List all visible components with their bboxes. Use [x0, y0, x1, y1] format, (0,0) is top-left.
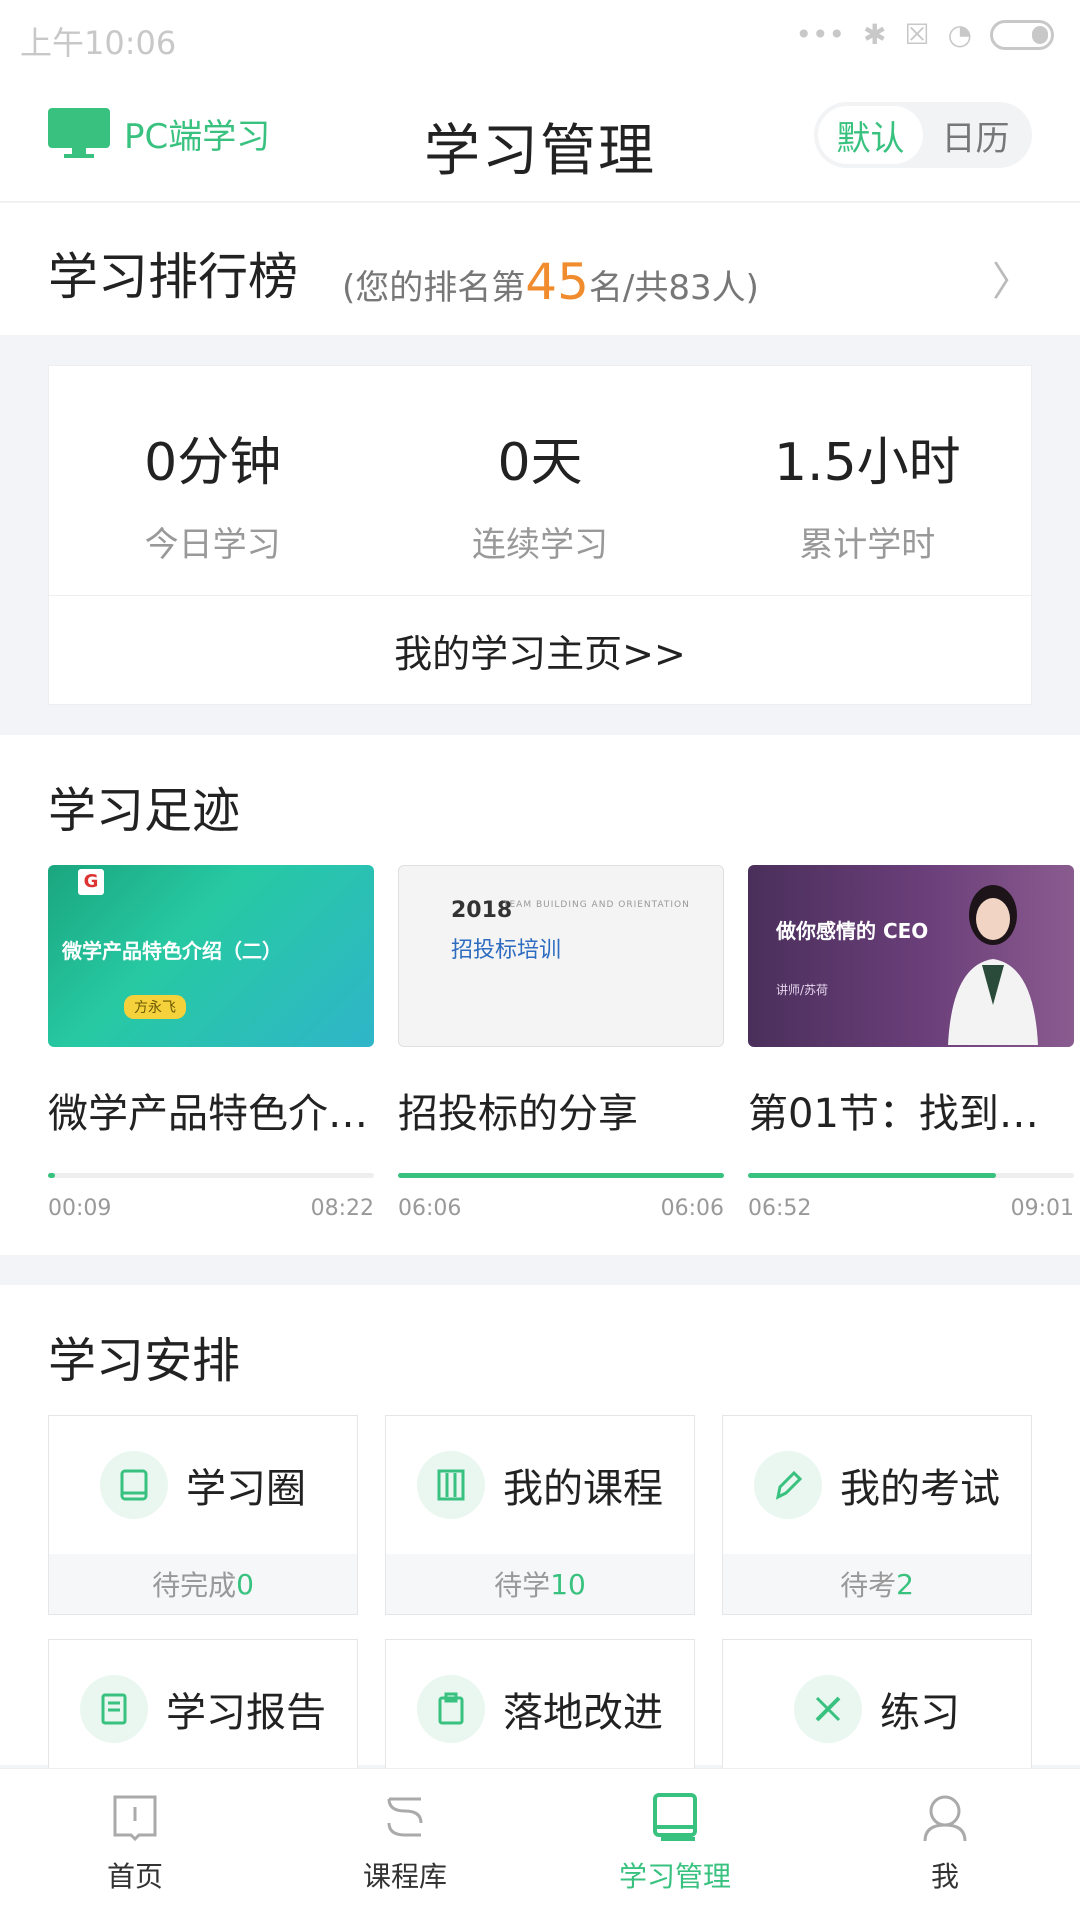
tile-sub: 待完成 — [152, 1569, 237, 1602]
toggle-calendar[interactable]: 日历 — [923, 106, 1028, 164]
tab-study-management[interactable]: 学习管理 — [540, 1769, 810, 1920]
thumb-sub: 讲师/苏荷 — [776, 983, 829, 997]
report-icon — [80, 1675, 148, 1743]
ranking-row[interactable]: 学习排行榜 (您的排名第45名/共83人) 〉 — [0, 203, 1080, 335]
status-icons: ••• ✱ ☒ ◔ — [795, 18, 1054, 51]
ranking-number: 45 — [525, 253, 589, 311]
thumb-en: TEAM BUILDING AND ORIENTATION — [503, 900, 690, 910]
tab-label: 学习管理 — [618, 1860, 731, 1893]
status-time: 上午10:06 — [20, 24, 177, 62]
stat-name: 连续学习 — [471, 525, 608, 565]
tile-label: 落地改进 — [503, 1690, 663, 1736]
bottom-tabbar: 首页 课程库 学习管理 我 — [0, 1768, 1080, 1920]
book-icon — [100, 1451, 168, 1519]
tile-study-circle[interactable]: 学习圈 待完成 0 — [48, 1415, 358, 1615]
bluetooth-icon: ✱ — [862, 18, 887, 51]
course-card[interactable]: 2018 TEAM BUILDING AND ORIENTATION 招投标培训… — [398, 865, 724, 1221]
stats-card: 0分钟 今日学习 0天 连续学习 1.5小时 累计学时 我的学习主页>> — [48, 365, 1032, 705]
sim-icon: ☒ — [904, 18, 930, 51]
current-time: 00:09 — [48, 1196, 112, 1221]
section-title: 学习安排 — [48, 1333, 241, 1389]
course-thumbnail: 2018 TEAM BUILDING AND ORIENTATION 招投标培训 — [398, 865, 724, 1047]
thumb-title: 做你感情的 CEO — [776, 919, 929, 943]
tile-my-exams[interactable]: 我的考试 待考 2 — [722, 1415, 1032, 1615]
stat-name: 今日学习 — [144, 525, 281, 565]
stat-total: 1.5小时 累计学时 — [704, 366, 1031, 595]
tab-home[interactable]: 首页 — [0, 1769, 270, 1920]
tile-label: 我的课程 — [503, 1466, 663, 1512]
tile-status: 待学 10 — [386, 1554, 694, 1614]
course-title: 第01节：找到恋爱感觉 — [748, 1091, 1074, 1137]
section-title: 学习足迹 — [48, 783, 241, 839]
tile-sub: 待考 — [840, 1569, 897, 1602]
view-toggle: 默认 日历 — [814, 102, 1032, 168]
tile-label: 我的考试 — [840, 1466, 1000, 1512]
brand-logo-icon: G — [78, 869, 104, 895]
course-card[interactable]: 做你感情的 CEO 讲师/苏荷 第01节：找到恋爱感觉 06:52 09:01 — [748, 865, 1074, 1221]
stat-name: 累计学时 — [799, 525, 936, 565]
course-thumbnail: 做你感情的 CEO 讲师/苏荷 — [748, 865, 1074, 1047]
tile-label: 学习圈 — [186, 1466, 306, 1512]
tab-me[interactable]: 我 — [810, 1769, 1080, 1920]
course-title: 微学产品特色介绍（二） — [48, 1091, 374, 1137]
tile-sub: 待学 — [494, 1569, 551, 1602]
practice-pencil-icon — [794, 1675, 862, 1743]
total-time: 09:01 — [1010, 1196, 1074, 1221]
tile-status: 待考 2 — [723, 1554, 1031, 1614]
tab-label: 课程库 — [362, 1860, 447, 1893]
stat-value: 0天 — [497, 433, 583, 493]
lecturer-photo — [948, 885, 1038, 1045]
tab-library[interactable]: 课程库 — [270, 1769, 540, 1920]
tile-count: 2 — [896, 1567, 914, 1601]
stat-today: 0分钟 今日学习 — [49, 366, 376, 595]
battery-icon — [990, 19, 1054, 50]
ranking-detail: (您的排名第45名/共83人) — [342, 253, 759, 311]
wifi-icon: ◔ — [947, 18, 972, 51]
more-dots-icon: ••• — [795, 18, 845, 51]
exam-pencil-icon — [754, 1451, 822, 1519]
header: PC端学习 学习管理 默认 日历 — [0, 76, 1080, 202]
course-icon — [417, 1451, 485, 1519]
footprint-section: 学习足迹 G 微学产品特色介绍（二） 方永飞 微学产品特色介绍（二） 00:09… — [0, 735, 1080, 1255]
clipboard-icon — [417, 1675, 485, 1743]
total-time: 06:06 — [660, 1196, 724, 1221]
course-progress — [48, 1173, 374, 1178]
home-icon — [113, 1795, 157, 1842]
status-bar: 上午10:06 ••• ✱ ☒ ◔ — [0, 0, 1080, 76]
course-thumbnail: G 微学产品特色介绍（二） 方永飞 — [48, 865, 374, 1047]
course-progress — [748, 1173, 1074, 1178]
library-icon — [387, 1797, 423, 1837]
stat-value: 1.5小时 — [773, 433, 961, 493]
toggle-default[interactable]: 默认 — [818, 106, 923, 164]
ranking-prefix: (您的排名第 — [342, 268, 526, 308]
tab-label: 我 — [930, 1860, 959, 1893]
my-study-home-link[interactable]: 我的学习主页>> — [49, 596, 1031, 704]
user-icon — [923, 1795, 967, 1842]
chevron-right-icon: 〉 — [992, 259, 1032, 305]
arrangement-section: 学习安排 学习圈 待完成 0 我的课程 待学 10 我的考试 待考 2 学习报告… — [0, 1285, 1080, 1839]
thumb-title: 招投标培训 — [451, 938, 562, 963]
tile-count: 0 — [236, 1567, 254, 1601]
total-time: 08:22 — [310, 1196, 374, 1221]
course-card[interactable]: G 微学产品特色介绍（二） 方永飞 微学产品特色介绍（二） 00:09 08:22 — [48, 865, 374, 1221]
tile-count: 10 — [550, 1567, 586, 1601]
ranking-label: 学习排行榜 — [48, 248, 298, 306]
stat-streak: 0天 连续学习 — [376, 366, 703, 595]
tab-label: 首页 — [106, 1860, 163, 1893]
study-book-icon — [653, 1793, 697, 1841]
tile-label: 练习 — [880, 1690, 960, 1736]
tile-label: 学习报告 — [166, 1690, 326, 1736]
stat-value: 0分钟 — [144, 433, 282, 493]
current-time: 06:52 — [748, 1196, 812, 1221]
course-title: 招投标的分享 — [398, 1091, 638, 1137]
tile-my-courses[interactable]: 我的课程 待学 10 — [385, 1415, 695, 1615]
ranking-suffix: 名/共83人) — [588, 268, 759, 308]
current-time: 06:06 — [398, 1196, 462, 1221]
tile-status: 待完成 0 — [49, 1554, 357, 1614]
thumb-title: 微学产品特色介绍（二） — [62, 939, 282, 963]
course-progress — [398, 1173, 724, 1178]
thumb-tag: 方永飞 — [124, 995, 186, 1019]
